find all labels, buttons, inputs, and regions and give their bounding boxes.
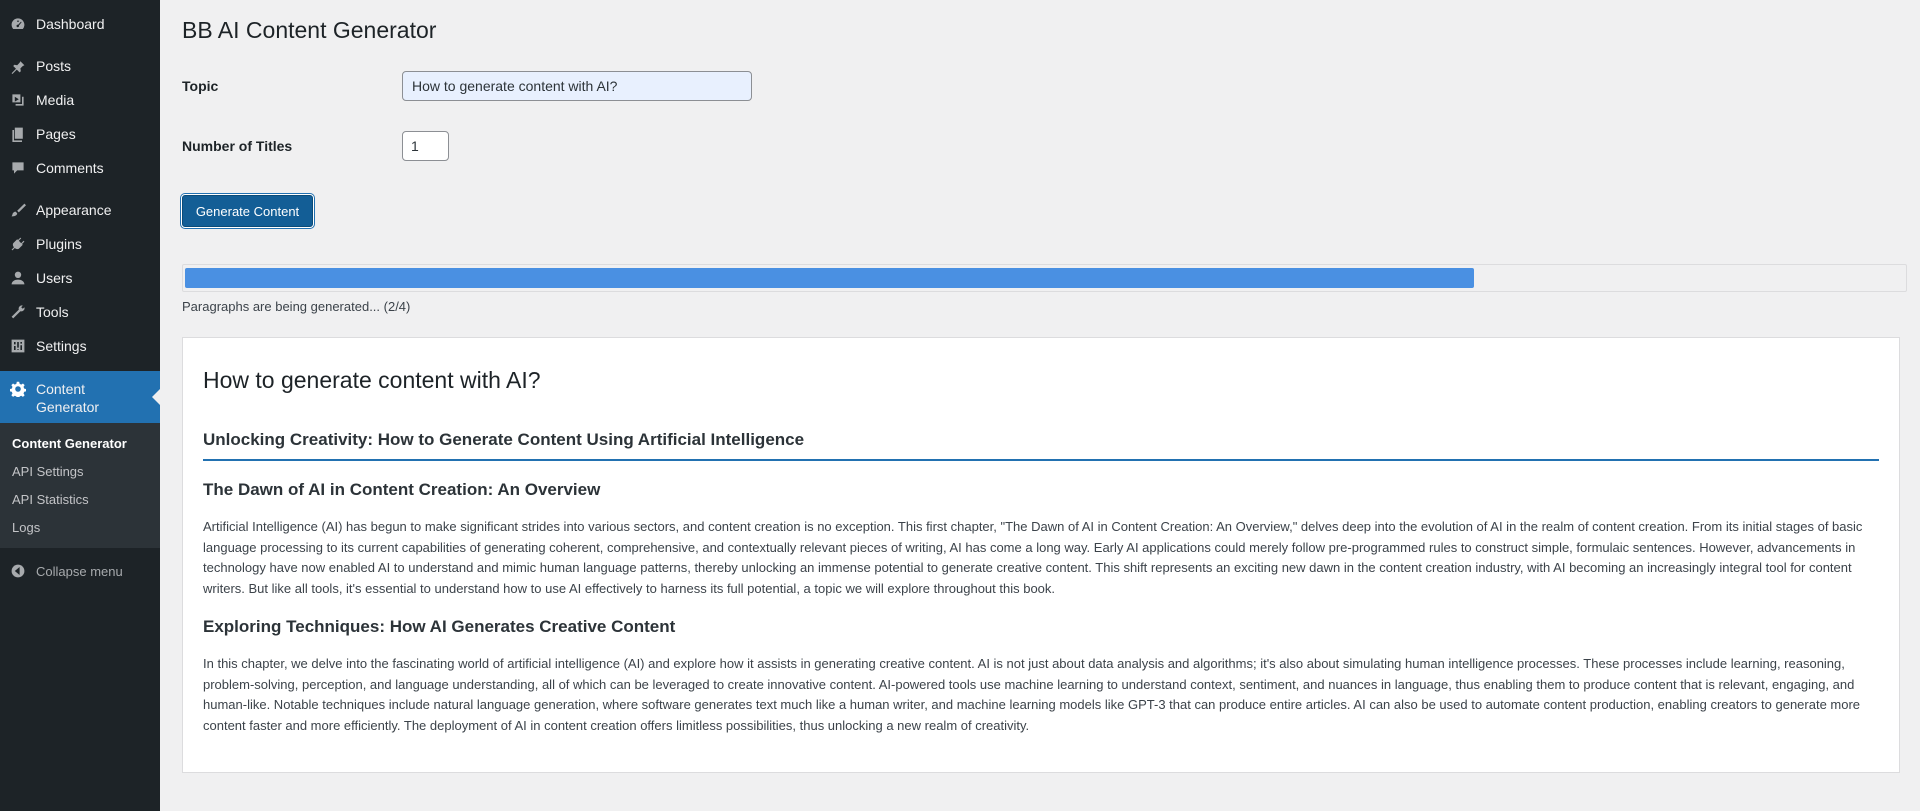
sidebar-item-media[interactable]: Media	[0, 83, 160, 117]
sidebar-item-dashboard[interactable]: Dashboard	[0, 7, 160, 41]
sidebar-item-label: Media	[36, 92, 75, 108]
dashboard-icon	[9, 15, 27, 33]
collapse-menu-label: Collapse menu	[36, 563, 123, 579]
brush-icon	[9, 201, 27, 219]
sidebar-item-posts[interactable]: Posts	[0, 49, 160, 83]
chapter-heading: Exploring Techniques: How AI Generates C…	[203, 617, 676, 636]
collapse-arrow-icon	[9, 562, 27, 580]
sidebar-item-comments[interactable]: Comments	[0, 151, 160, 185]
plugin-icon	[9, 235, 27, 253]
chapter-paragraph: Artificial Intelligence (AI) has begun t…	[203, 519, 1863, 596]
generated-content-panel: How to generate content with AI? Unlocki…	[182, 337, 1900, 773]
gear-icon	[9, 380, 27, 398]
content-generator-submenu: Content Generator API Settings API Stati…	[0, 423, 160, 548]
page-title: BB AI Content Generator	[182, 17, 437, 43]
sidebar-item-users[interactable]: Users	[0, 261, 160, 295]
sidebar-item-label: Comments	[36, 160, 104, 176]
generate-content-button[interactable]: Generate Content	[182, 195, 313, 227]
sidebar-item-label: Content Generator	[36, 381, 100, 415]
submenu-item-api-statistics[interactable]: API Statistics	[0, 486, 160, 514]
progress-bar	[182, 264, 1907, 292]
chapter-heading: The Dawn of AI in Content Creation: An O…	[203, 480, 601, 499]
user-icon	[9, 269, 27, 287]
settings-icon	[9, 337, 27, 355]
wrench-icon	[9, 303, 27, 321]
topic-input[interactable]	[402, 71, 752, 101]
chapter-paragraph: In this chapter, we delve into the fasci…	[203, 656, 1861, 733]
sidebar-item-pages[interactable]: Pages	[0, 117, 160, 151]
progress-bar-fill	[185, 268, 1475, 288]
sidebar-item-label: Posts	[36, 58, 72, 74]
pin-icon	[9, 57, 27, 75]
submenu-item-logs[interactable]: Logs	[0, 514, 160, 542]
sidebar-item-content-generator[interactable]: Content Generator	[0, 371, 160, 423]
pages-icon	[9, 125, 27, 143]
sidebar-item-label: Appearance	[36, 202, 112, 218]
admin-sidebar: Dashboard Posts Media Pages Comments App…	[0, 0, 160, 811]
collapse-menu-button[interactable]: Collapse menu	[0, 554, 160, 588]
submenu-item-api-settings[interactable]: API Settings	[0, 458, 160, 486]
sidebar-item-label: Users	[36, 270, 73, 286]
number-of-titles-label: Number of Titles	[182, 138, 293, 154]
content-topic-title: How to generate content with AI?	[203, 367, 541, 393]
title-divider	[203, 459, 1879, 461]
topic-label: Topic	[182, 78, 219, 94]
sidebar-item-label: Tools	[36, 304, 69, 320]
media-icon	[9, 91, 27, 109]
sidebar-item-plugins[interactable]: Plugins	[0, 227, 160, 261]
sidebar-item-tools[interactable]: Tools	[0, 295, 160, 329]
sidebar-item-appearance[interactable]: Appearance	[0, 193, 160, 227]
comment-icon	[9, 159, 27, 177]
generation-status-text: Paragraphs are being generated... (2/4)	[182, 299, 411, 314]
book-title: Unlocking Creativity: How to Generate Co…	[203, 430, 805, 449]
sidebar-item-label: Settings	[36, 338, 87, 354]
sidebar-item-settings[interactable]: Settings	[0, 329, 160, 363]
sidebar-item-label: Pages	[36, 126, 76, 142]
number-of-titles-input[interactable]	[402, 131, 449, 161]
sidebar-item-label: Dashboard	[36, 16, 105, 32]
sidebar-item-label: Plugins	[36, 236, 82, 252]
submenu-item-content-generator[interactable]: Content Generator	[0, 430, 160, 458]
